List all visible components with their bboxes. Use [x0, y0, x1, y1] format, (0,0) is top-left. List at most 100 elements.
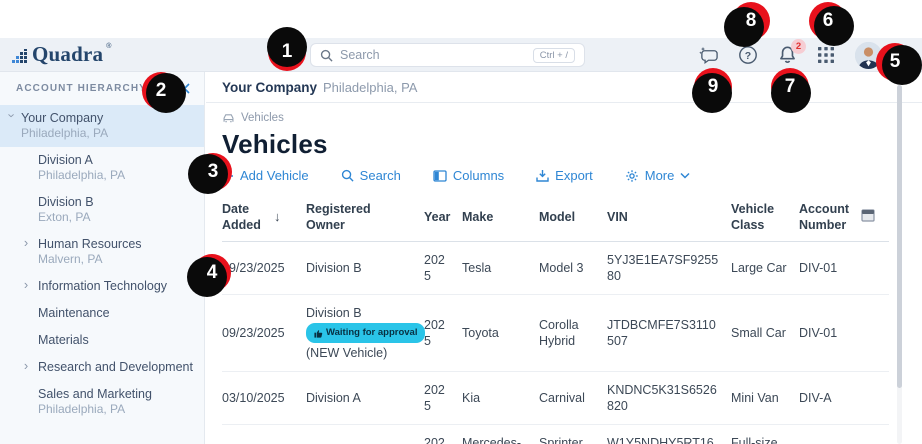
- breadcrumb[interactable]: Vehicles: [222, 112, 906, 124]
- cell-account-number: DIV-01: [799, 242, 861, 295]
- account-location: Philadelphia, PA: [323, 80, 417, 95]
- tree-item-location: Philadelphia, PA: [21, 126, 196, 141]
- car-icon: [222, 112, 235, 124]
- page-title: Vehicles: [222, 129, 906, 160]
- tree-item[interactable]: Division A Philadelphia, PA: [0, 147, 204, 189]
- chevron-expander-icon[interactable]: ›: [5, 110, 20, 122]
- tree-item[interactable]: › Information Technology: [0, 273, 204, 300]
- cell-date-added: 09/23/2025: [222, 242, 306, 295]
- tree-item-location: Philadelphia, PA: [38, 168, 196, 183]
- scrollbar-thumb[interactable]: [897, 85, 902, 388]
- table-header-row: Date Added ↓ Registered Owner Year Make …: [222, 193, 889, 242]
- cell-account-number: DIV-A: [799, 372, 861, 425]
- cell-make: Toyota: [462, 295, 539, 372]
- cell-registered-owner: Division B Waiting for approval (NEW Veh…: [306, 295, 424, 372]
- notifications-button[interactable]: 2: [777, 45, 797, 65]
- cell-vehicle-class: Small Car: [731, 295, 799, 372]
- global-search[interactable]: Ctrl + /: [310, 43, 585, 67]
- col-vehicle-class[interactable]: Vehicle Class: [731, 193, 799, 242]
- help-button[interactable]: ?: [738, 45, 758, 65]
- apps-grid-icon: [817, 46, 835, 64]
- tree-item-label: Division A: [38, 152, 196, 168]
- chevron-down-icon: [680, 172, 690, 179]
- account-hierarchy-panel: ACCOUNT HIERARCHY › Your Company Philade…: [0, 72, 205, 444]
- logo-text: Quadra: [32, 42, 103, 67]
- table-search-button[interactable]: Search: [341, 168, 401, 183]
- cell-make: Tesla: [462, 242, 539, 295]
- tree-item-location: Philadelphia, PA: [38, 402, 196, 417]
- tree-item-label: Maintenance: [38, 305, 196, 321]
- cell-date-added: 09/23/2025: [222, 295, 306, 372]
- tree-item[interactable]: › Human Resources Malvern, PA: [0, 231, 204, 273]
- cell-actions: [861, 295, 889, 372]
- vehicles-toolbar: Add Vehicle Search Columns Export More: [222, 168, 906, 183]
- callout-9: 9: [694, 68, 732, 106]
- cell-model: Model 3: [539, 242, 607, 295]
- quadra-logo[interactable]: Quadra ®: [12, 42, 111, 67]
- search-icon: [320, 49, 333, 62]
- chevron-expander-icon[interactable]: ›: [20, 277, 32, 292]
- table-row[interactable]: 03/10/2025 Division A 2024 Mercedes-Benz…: [222, 425, 889, 444]
- chat-sparkle-icon: [699, 46, 719, 65]
- waiting-for-approval-badge: Waiting for approval: [306, 323, 425, 343]
- cell-actions: [861, 372, 889, 425]
- col-year[interactable]: Year: [424, 193, 462, 242]
- tree-item[interactable]: Materials: [0, 327, 204, 354]
- trademark: ®: [106, 42, 111, 52]
- cell-vin: JTDBCMFE7S3110507: [607, 295, 731, 372]
- breadcrumb-label: Vehicles: [241, 112, 284, 124]
- search-shortcut-chip: Ctrl + /: [533, 48, 575, 63]
- col-model[interactable]: Model: [539, 193, 607, 242]
- tree-item[interactable]: Sales and Marketing Philadelphia, PA: [0, 381, 204, 423]
- tree-item[interactable]: › Research and Development: [0, 354, 204, 381]
- search-input[interactable]: [340, 48, 526, 62]
- callout-6: 6: [809, 2, 847, 40]
- callout-3: 3: [194, 153, 232, 191]
- help-icon: ?: [738, 45, 758, 65]
- cell-registered-owner: Division B: [306, 242, 424, 295]
- top-bar: Quadra ® Ctrl + / ? 2: [0, 38, 922, 72]
- cell-year: 2025: [424, 295, 462, 372]
- tree-item-label: Sales and Marketing: [38, 386, 196, 402]
- add-vehicle-button[interactable]: Add Vehicle: [222, 168, 309, 183]
- cell-year: 2025: [424, 372, 462, 425]
- sort-descending-icon[interactable]: ↓: [274, 209, 281, 225]
- col-account-number[interactable]: Account Number: [799, 193, 861, 242]
- callout-2: 2: [142, 72, 180, 110]
- col-vin[interactable]: VIN: [607, 193, 731, 242]
- assistant-chat-button[interactable]: [699, 45, 719, 65]
- col-registered-owner[interactable]: Registered Owner: [306, 193, 424, 242]
- account-name: Your Company: [222, 80, 317, 95]
- chevron-expander-icon[interactable]: ›: [20, 235, 32, 250]
- chevron-expander-icon[interactable]: ›: [20, 358, 32, 373]
- tree-item[interactable]: Division B Exton, PA: [0, 189, 204, 231]
- cell-actions: [861, 425, 889, 444]
- col-date-added[interactable]: Date Added ↓: [222, 193, 306, 242]
- main-content: Your Company Philadelphia, PA Vehicles V…: [206, 72, 922, 444]
- cell-vehicle-class: Full-size Van: [731, 425, 799, 444]
- col-settings[interactable]: [861, 193, 889, 242]
- cell-year: 2025: [424, 242, 462, 295]
- table-settings-icon: [861, 209, 875, 222]
- callout-1: 1: [268, 33, 306, 71]
- app-launcher-button[interactable]: [816, 45, 836, 65]
- columns-button[interactable]: Columns: [433, 168, 504, 183]
- table-row[interactable]: 03/10/2025 Division A 2025 Kia Carnival …: [222, 372, 889, 425]
- table-row[interactable]: 09/23/2025 Division B 2025 Tesla Model 3…: [222, 242, 889, 295]
- tree-item-label: Information Technology: [38, 278, 196, 294]
- gear-icon: [625, 169, 639, 183]
- vehicles-table: Date Added ↓ Registered Owner Year Make …: [222, 193, 889, 444]
- cell-date-added: 03/10/2025: [222, 372, 306, 425]
- download-icon: [536, 169, 549, 182]
- cell-make: Kia: [462, 372, 539, 425]
- notification-count-badge: 2: [791, 39, 806, 54]
- col-make[interactable]: Make: [462, 193, 539, 242]
- vehicles-tbody: 09/23/2025 Division B 2025 Tesla Model 3…: [222, 242, 889, 444]
- export-button[interactable]: Export: [536, 168, 593, 183]
- cell-vin: 5YJ3E1EA7SF925580: [607, 242, 731, 295]
- callout-4: 4: [193, 254, 231, 292]
- table-row[interactable]: 09/23/2025 Division B Waiting for approv…: [222, 295, 889, 372]
- tree-item-label: Materials: [38, 332, 196, 348]
- tree-item[interactable]: Maintenance: [0, 300, 204, 327]
- more-button[interactable]: More: [625, 168, 691, 183]
